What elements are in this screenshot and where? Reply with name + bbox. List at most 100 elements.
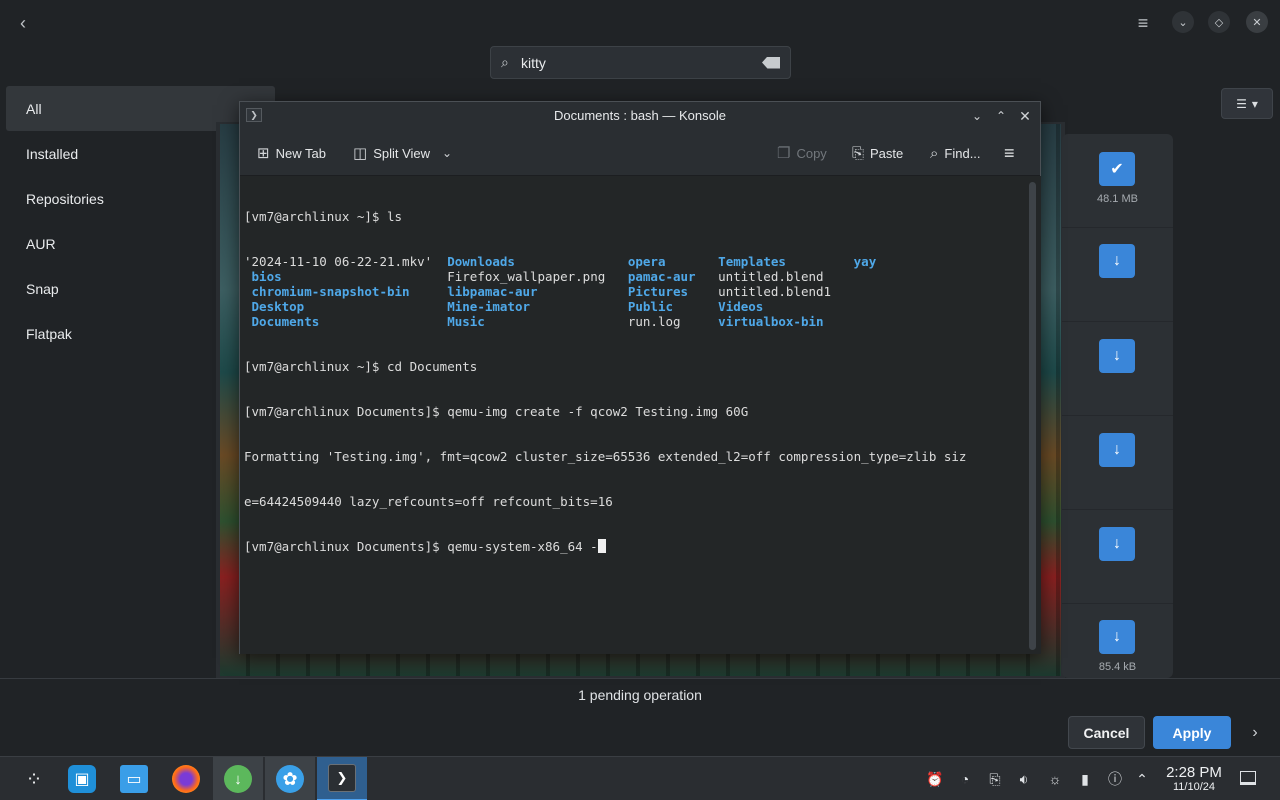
terminal-output[interactable]: [vm7@archlinux ~]$ ls '2024-11-10 06-22-… [240,176,1025,654]
clipboard-icon[interactable]: ⎘ [985,769,1005,789]
list-item[interactable]: ↓ 85.4 kB [1062,604,1173,678]
search-field[interactable]: ⌕ [490,46,791,79]
ls-entry: Mine-imator [447,299,531,314]
new-tab-button[interactable]: ⊞ New Tab [257,140,326,166]
download-icon[interactable]: ↓ [1099,527,1135,561]
sidebar-item-label: All [26,100,42,117]
ls-entry: virtualbox-bin [718,314,824,329]
installed-check-icon[interactable]: ✔ [1099,152,1135,186]
close-icon[interactable]: ✕ [1015,106,1035,126]
firefox-icon [172,765,200,793]
terminal-line: [vm7@archlinux Documents]$ qemu-img crea… [244,404,749,419]
ls-entry: Documents [244,314,320,329]
hamburger-menu-icon[interactable]: ≡ [1004,140,1015,166]
list-item[interactable]: ↓ [1062,510,1173,604]
sidebar-item-label: AUR [26,235,56,252]
list-item[interactable]: ↓ [1062,228,1173,322]
view-mode-button[interactable]: ☰ ▾ [1221,88,1273,119]
folder-icon: ▭ [120,765,148,793]
taskbar-firefox[interactable] [166,757,206,800]
battery-icon[interactable]: ▮ [1075,769,1095,789]
konsole-window: ❯ Documents : bash — Konsole ⌄ ⌃ ✕ ⊞ New… [239,101,1041,654]
ls-entry: Pictures [627,284,689,299]
ls-entry: libpamac-aur [447,284,538,299]
ls-entry: Public [627,299,674,314]
konsole-titlebar[interactable]: ❯ Documents : bash — Konsole ⌄ ⌃ ✕ [240,102,1040,130]
new-tab-icon: ⊞ [257,145,270,162]
maximize-icon[interactable]: ◇ [1208,11,1230,33]
terminal-command: [vm7@archlinux Documents]$ qemu-system-x… [244,539,598,554]
paste-button[interactable]: ⎘ Paste [852,140,903,166]
copy-button[interactable]: ❐ Copy [777,140,827,166]
copy-icon: ❐ [777,145,791,162]
terminal-line: Documents Music run.log virtualbox-bin [244,314,1025,329]
close-icon[interactable]: ✕ [1246,11,1268,33]
download-icon[interactable]: ↓ [1099,620,1135,654]
notifications-icon[interactable]: ⏰ [925,769,945,789]
paste-label: Paste [870,145,904,161]
download-icon[interactable]: ↓ [1099,339,1135,373]
terminal-icon: ❯ [328,764,356,792]
pending-operations-label: 1 pending operation [578,687,702,703]
show-desktop-icon[interactable] [1240,771,1256,785]
taskbar-downloader[interactable]: ↓ [213,757,263,800]
help-icon[interactable]: ⓘ [1105,769,1125,789]
network-icon[interactable]: ◔ [955,769,975,789]
sidebar-item-label: Repositories [26,190,104,207]
terminal-line: [vm7@archlinux ~]$ ls [244,209,403,224]
back-arrow-icon[interactable]: ‹ [10,10,36,36]
split-view-button[interactable]: ◫ Split View ⌄ [353,140,452,166]
ls-entry: Firefox_wallpaper.png [447,269,606,284]
ls-entry: untitled.blend1 [718,284,832,299]
sidebar-item-label: Snap [26,280,59,297]
window-title: Documents : bash — Konsole [554,108,726,123]
chevron-down-icon[interactable]: ⌄ [442,146,452,160]
taskbar: ⁘ ▣ ▭ ↓ ✿ ❯ ⏰ ◔ ⎘ 🔉︎ ☼ ▮ ⓘ ⌃ 2:28 PM 11/… [0,756,1280,800]
terminal-cursor [597,539,606,553]
minimize-icon[interactable]: ⌄ [967,106,987,126]
scrollbar-thumb[interactable] [1029,182,1036,650]
new-tab-label: New Tab [275,145,326,161]
list-view-icon: ☰ [1236,96,1247,111]
copy-label: Copy [796,145,827,161]
list-item[interactable]: ↓ [1062,416,1173,510]
terminal-line: bios Firefox_wallpaper.png pamac-aur unt… [244,269,1025,284]
apply-button[interactable]: Apply [1153,716,1231,749]
sidebar-item-label: Flatpak [26,325,72,342]
minimize-icon[interactable]: ⌄ [1172,11,1194,33]
list-item[interactable]: ↓ [1062,322,1173,416]
taskbar-discover[interactable]: ▣ [62,757,102,800]
list-item[interactable]: ✔ 48.1 MB [1062,134,1173,228]
chevron-up-icon[interactable]: ⌃ [1132,769,1152,789]
ls-entry: yay [853,254,877,269]
taskbar-file-manager[interactable]: ▭ [114,757,154,800]
store-bag-icon: ▣ [68,765,96,793]
clear-search-icon[interactable] [762,56,780,69]
taskbar-settings-app[interactable]: ✿ [265,757,315,800]
hamburger-menu-icon[interactable]: ≡ [1130,10,1156,36]
digital-clock[interactable]: 2:28 PM 11/10/24 [1160,764,1228,794]
ls-entry: bios [244,269,282,284]
terminal-scrollbar[interactable] [1025,176,1041,654]
download-icon[interactable]: ↓ [1099,433,1135,467]
search-input[interactable] [521,54,762,71]
ls-output: '2024-11-10 06-22-21.mkv' Downloads oper… [244,254,1025,329]
search-icon: ⌕ [501,54,509,70]
cancel-button[interactable]: Cancel [1068,716,1145,749]
brightness-icon[interactable]: ☼ [1045,769,1065,789]
chevron-down-icon: ▾ [1251,96,1258,111]
application-launcher[interactable]: ⁘ [14,757,54,800]
clock-date: 11/10/24 [1172,781,1215,793]
ls-entry: Music [447,314,485,329]
download-icon[interactable]: ↓ [1099,244,1135,278]
terminal-line: Desktop Mine-imator Public Videos [244,299,1025,314]
find-button[interactable]: ⌕ Find... [930,140,981,166]
chevron-right-icon[interactable]: › [1244,722,1266,744]
volume-icon[interactable]: 🔉︎ [1014,769,1034,789]
terminal-prompt-line: [vm7@archlinux Documents]$ qemu-system-x… [244,539,1025,554]
flower-icon: ✿ [276,765,304,793]
paste-icon: ⎘ [852,144,865,162]
taskbar-konsole[interactable]: ❯ [317,757,367,800]
maximize-icon[interactable]: ⌃ [991,106,1011,126]
results-list: ✔ 48.1 MB ↓ ↓ ↓ ↓ ↓ 85.4 kB [1062,134,1173,678]
